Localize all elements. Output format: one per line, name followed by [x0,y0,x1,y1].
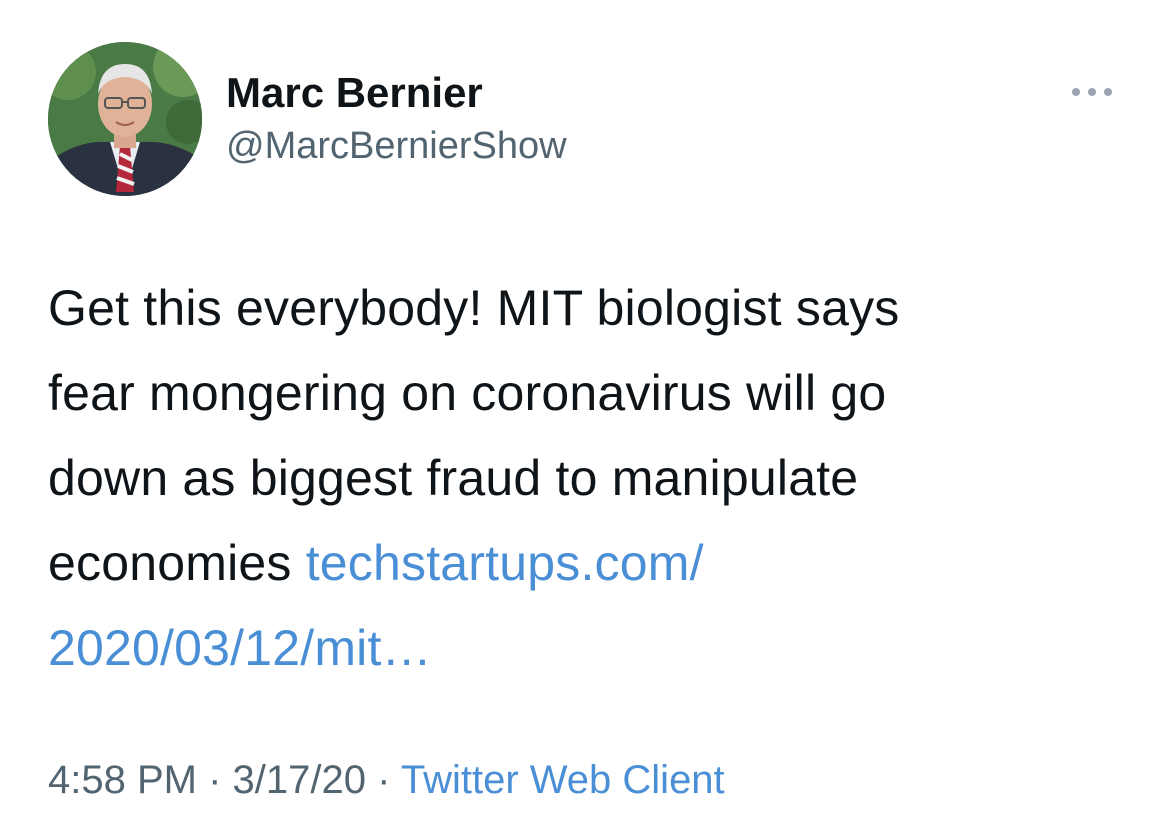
tweet-text-fragment: economies [48,535,292,591]
profile-photo-icon [48,42,202,196]
tweet-text-line: Get this everybody! MIT biologist says [48,280,900,336]
tweet-time[interactable]: 4:58 PM [48,758,197,802]
tweet-source-link[interactable]: Twitter Web Client [401,758,725,802]
author-display-name[interactable]: Marc Bernier [226,68,483,118]
tweet-text: Get this everybody! MIT biologist says f… [48,266,1138,691]
tweet-date[interactable]: 3/17/20 [233,758,366,802]
tweet-text-line: economies techstartups.com/ [48,521,1138,606]
author-handle[interactable]: @MarcBernierShow [226,122,567,170]
meta-separator: · [208,758,222,802]
more-options-button[interactable] [1064,78,1120,106]
tweet-link-continued[interactable]: 2020/03/12/mit… [48,620,432,676]
tweet-text-line: 2020/03/12/mit… [48,606,1138,691]
more-horizontal-icon [1072,88,1112,96]
tweet-link[interactable]: techstartups.com/ [306,535,704,591]
tweet-metadata: 4:58 PM · 3/17/20 · Twitter Web Client [48,754,725,806]
avatar[interactable] [48,42,202,196]
tweet-text-line: down as biggest fraud to manipulate [48,450,859,506]
tweet-text-line: fear mongering on coronavirus will go [48,365,887,421]
meta-separator: · [377,758,391,802]
